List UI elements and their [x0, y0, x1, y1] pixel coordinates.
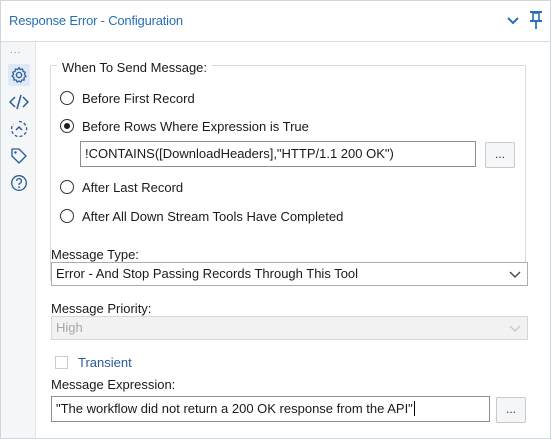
panel-header: Response Error - Configuration [1, 1, 550, 42]
radio-button-selected[interactable] [60, 119, 74, 133]
panel-title: Response Error - Configuration [9, 13, 183, 28]
radio-button[interactable] [60, 209, 74, 223]
radio-button[interactable] [60, 180, 74, 194]
radio-before-first-record[interactable]: Before First Record [60, 89, 195, 107]
radio-button[interactable] [60, 91, 74, 105]
tool-sidebar: ... [1, 42, 36, 438]
transient-checkbox-row[interactable]: Transient [55, 354, 132, 370]
configuration-content: When To Send Message: Before First Recor… [36, 42, 550, 438]
message-type-label: Message Type: [51, 247, 139, 262]
message-expression-input[interactable]: "The workflow did not return a 200 OK re… [51, 396, 490, 422]
message-priority-select: High [51, 316, 528, 340]
transient-checkbox[interactable] [55, 355, 68, 369]
message-expression-editor-button[interactable]: ... [496, 397, 526, 423]
tag-icon[interactable] [8, 145, 30, 167]
chevron-down-icon[interactable] [506, 14, 520, 28]
message-expression-value: "The workflow did not return a 200 OK re… [56, 401, 413, 416]
overflow-dots: ... [10, 45, 22, 56]
radio-after-last-record[interactable]: After Last Record [60, 178, 183, 196]
chevron-down-icon [509, 325, 521, 332]
condition-expression-editor-button[interactable]: ... [485, 142, 515, 168]
help-icon[interactable] [8, 172, 30, 194]
radio-label: After Last Record [82, 179, 184, 195]
message-priority-label: Message Priority: [51, 301, 152, 316]
message-type-select[interactable]: Error - And Stop Passing Records Through… [51, 262, 528, 286]
radio-before-rows-expression[interactable]: Before Rows Where Expression is True [60, 117, 309, 135]
radio-label: After All Down Stream Tools Have Complet… [82, 208, 344, 224]
radio-label: Before Rows Where Expression is True [82, 118, 309, 134]
radio-after-downstream-tools[interactable]: After All Down Stream Tools Have Complet… [60, 207, 343, 225]
condition-expression-input[interactable]: !CONTAINS([DownloadHeaders],"HTTP/1.1 20… [80, 141, 476, 167]
pin-icon[interactable] [528, 10, 544, 30]
code-icon[interactable] [8, 91, 30, 113]
message-expression-label: Message Expression: [51, 377, 176, 392]
text-caret [413, 401, 415, 416]
radio-label: Before First Record [82, 90, 195, 106]
workflow-icon[interactable] [8, 118, 30, 140]
gear-icon[interactable] [8, 64, 30, 86]
message-priority-value: High [56, 320, 83, 335]
message-type-value: Error - And Stop Passing Records Through… [56, 266, 359, 281]
when-to-send-legend: When To Send Message: [57, 60, 213, 75]
transient-label: Transient [78, 354, 132, 370]
chevron-down-icon [509, 271, 521, 278]
